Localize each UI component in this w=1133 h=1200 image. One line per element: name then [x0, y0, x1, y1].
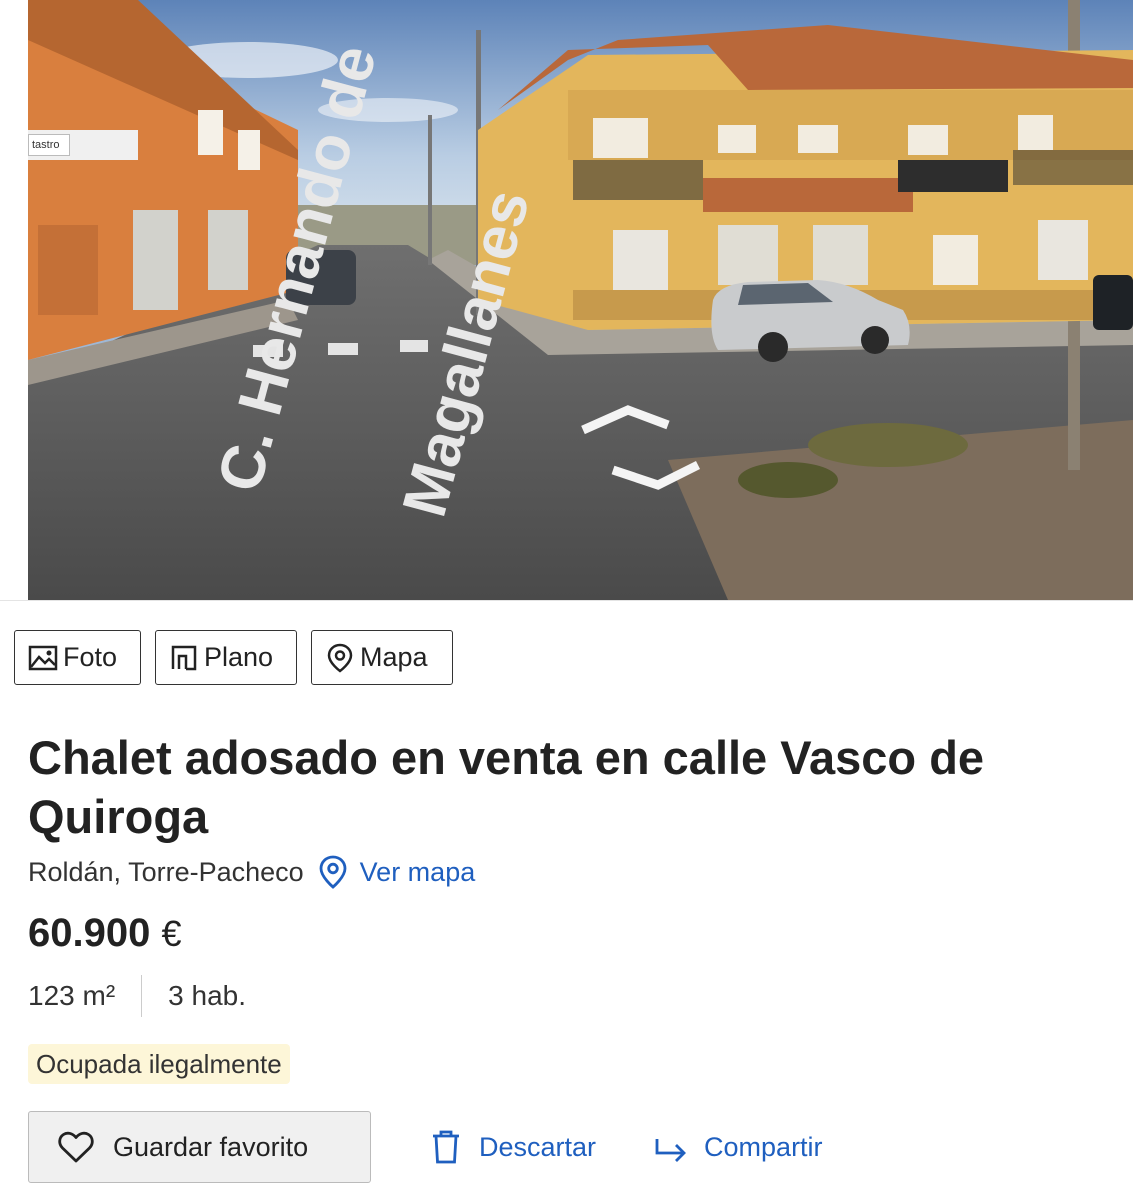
share-button[interactable]: Compartir [654, 1129, 823, 1165]
map-pin-icon [327, 643, 353, 673]
tab-foto-label: Foto [63, 642, 118, 672]
street-view-image: C. Hernando de Magallanes [28, 0, 1133, 600]
floor-plan-icon [171, 645, 197, 670]
trash-icon [433, 1130, 459, 1164]
catastro-tag: tastro [28, 134, 70, 156]
tab-mapa-label: Mapa [360, 642, 428, 672]
share-label: Compartir [704, 1131, 823, 1162]
location-pin-icon [319, 855, 347, 889]
tab-plano-label: Plano [204, 642, 274, 672]
action-bar: Guardar favorito Descartar Compartir [28, 1111, 823, 1183]
price: 60.900 € [28, 911, 182, 956]
discard-button[interactable]: Descartar [429, 1129, 596, 1165]
ver-mapa-link[interactable]: Ver mapa [318, 855, 476, 889]
tab-plano[interactable]: Plano [155, 630, 297, 685]
ver-mapa-label: Ver mapa [359, 856, 476, 887]
divider [0, 600, 1133, 601]
discard-label: Descartar [479, 1131, 597, 1162]
listing-photo[interactable]: C. Hernando de Magallanes [28, 0, 1133, 600]
status-badge: Ocupada ilegalmente [28, 1044, 290, 1084]
tab-mapa[interactable]: Mapa [311, 630, 453, 685]
feature-area: 123 m² [28, 980, 116, 1011]
image-icon [28, 645, 58, 670]
location-row: Roldán, Torre-Pacheco Ver mapa [28, 855, 475, 889]
feature-divider [141, 975, 143, 1017]
heart-icon [58, 1131, 94, 1163]
price-value: 60.900 [28, 911, 151, 955]
feature-rooms: 3 hab. [168, 980, 247, 1011]
save-favorite-button[interactable]: Guardar favorito [28, 1111, 371, 1183]
media-tabs: Foto Plano Mapa [14, 630, 453, 685]
features: 123 m² 3 hab. [28, 975, 246, 1017]
tab-foto[interactable]: Foto [14, 630, 141, 685]
share-arrow-icon [655, 1139, 687, 1162]
save-favorite-label: Guardar favorito [113, 1131, 309, 1162]
listing-title: Chalet adosado en venta en calle Vasco d… [28, 731, 985, 843]
price-currency: € [161, 913, 182, 954]
location-text: Roldán, Torre-Pacheco [28, 856, 304, 887]
